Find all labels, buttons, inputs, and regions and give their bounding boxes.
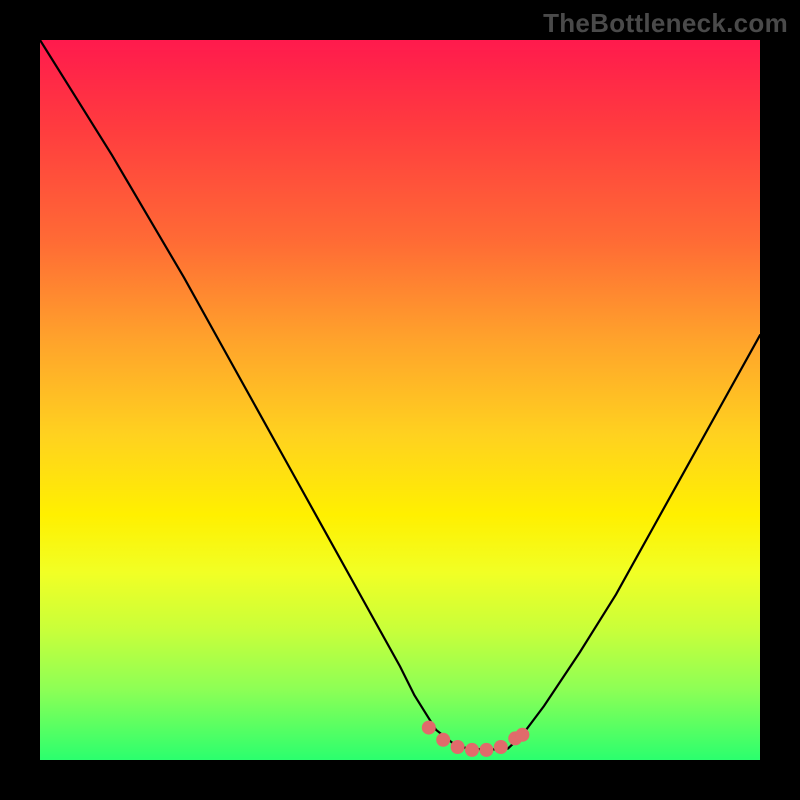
marker-dot xyxy=(451,740,465,754)
bottleneck-curve-path xyxy=(40,40,760,750)
chart-svg xyxy=(40,40,760,760)
chart-frame: TheBottleneck.com xyxy=(0,0,800,800)
marker-dot xyxy=(422,721,436,735)
marker-dot xyxy=(494,740,508,754)
marker-dot xyxy=(436,733,450,747)
marker-dot xyxy=(479,743,493,757)
marker-dot xyxy=(515,728,529,742)
plot-area xyxy=(40,40,760,760)
marker-dot xyxy=(465,743,479,757)
watermark-text: TheBottleneck.com xyxy=(543,8,788,39)
optimal-range-markers xyxy=(422,721,530,757)
